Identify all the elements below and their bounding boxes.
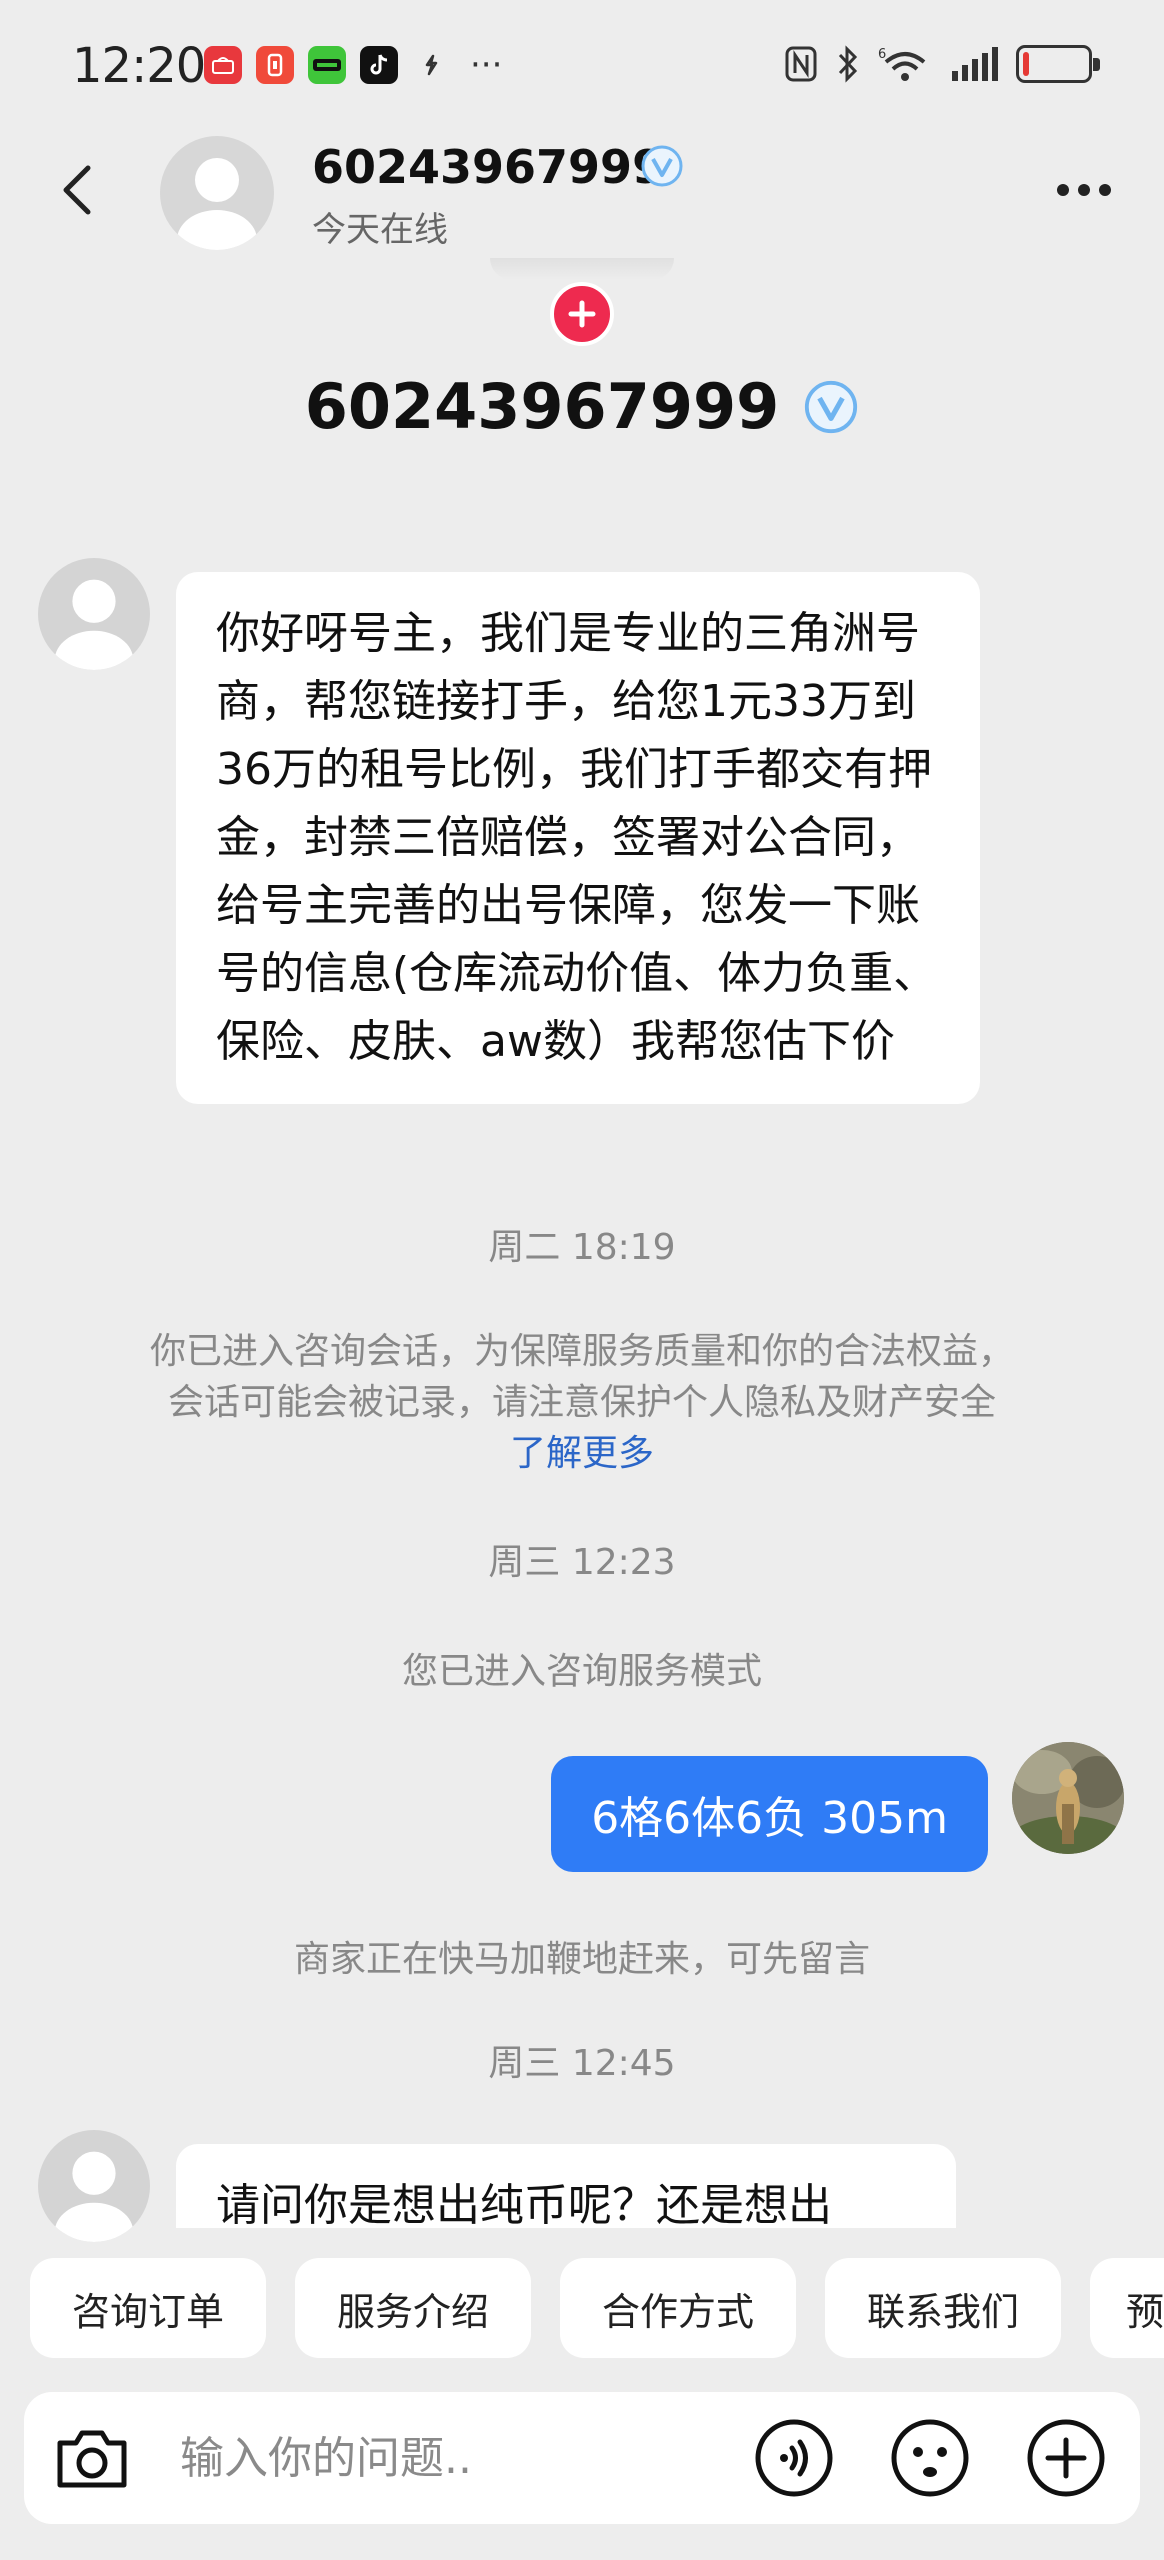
user-avatar[interactable]: [1012, 1742, 1124, 1854]
status-more-indicator: ···: [470, 45, 503, 85]
quick-reply-service[interactable]: 服务介绍: [295, 2258, 531, 2358]
service-mode-notice: 您已进入咨询服务模式: [401, 1651, 762, 1692]
quick-reply-more[interactable]: 预: [1090, 2258, 1164, 2358]
add-attachment-button[interactable]: [1026, 2418, 1106, 2498]
camera-icon: [57, 2430, 127, 2488]
sender-avatar[interactable]: [38, 558, 150, 670]
huawei-app-icon: [204, 46, 242, 84]
status-indicators: 6: [784, 44, 1100, 84]
merchant-notice: 商家正在快马加鞭地赶来，可先留言: [293, 1939, 870, 1980]
game-app-icon: [308, 46, 346, 84]
svg-text:6: 6: [878, 47, 886, 62]
plus-icon: [568, 300, 596, 328]
message-timestamp: 周二 18:19: [488, 1227, 676, 1268]
voice-button[interactable]: [754, 2418, 834, 2498]
input-bar: [24, 2392, 1140, 2524]
message-timestamp: 周三 12:45: [488, 2043, 676, 2084]
chevron-left-icon: [63, 165, 91, 215]
battery-level: [1023, 52, 1029, 76]
message-timestamp: 周三 12:23: [488, 1542, 676, 1583]
message-bubble-outgoing[interactable]: 6格6体6负 305m: [551, 1756, 988, 1872]
message-clip: 请问你是想出纯币呢？还是想出: [176, 2144, 956, 2228]
online-status: 今天在线: [312, 210, 448, 250]
more-dot-icon: [1057, 184, 1069, 196]
back-button[interactable]: [46, 160, 106, 220]
link-app-icon: [412, 46, 450, 84]
verified-icon: [641, 145, 683, 187]
signal-icon: [952, 47, 998, 81]
more-dot-icon: [1099, 184, 1111, 196]
status-bar: 12:20 ··· 6: [0, 0, 1164, 135]
profile-name: 60243967999: [304, 370, 780, 443]
message-bubble-incoming[interactable]: 请问你是想出纯币呢？还是想出: [176, 2144, 956, 2228]
plus-circle-icon: [1027, 2419, 1105, 2497]
nfc-icon: [785, 46, 817, 82]
profile-card-edge: [490, 258, 674, 280]
voice-icon: [755, 2419, 833, 2497]
emoji-button[interactable]: [890, 2418, 970, 2498]
profile-name-row: 60243967999: [0, 370, 1164, 443]
more-options-button[interactable]: [1044, 160, 1124, 220]
battery-icon: [1016, 45, 1100, 83]
quick-reply-bar: 咨询订单 服务介绍 合作方式 联系我们 预: [0, 2258, 1164, 2358]
quick-reply-contact[interactable]: 联系我们: [825, 2258, 1061, 2358]
emoji-icon: [891, 2419, 969, 2497]
system-notice: 你已进入咨询会话，为保障服务质量和你的合法权益，会话可能会被记录，请注意保护个人…: [150, 1326, 1014, 1479]
status-time: 12:20: [72, 38, 206, 94]
message-input[interactable]: [180, 2418, 740, 2498]
bluetooth-icon: [838, 45, 858, 83]
follow-button[interactable]: [550, 282, 614, 346]
quick-reply-order[interactable]: 咨询订单: [30, 2258, 266, 2358]
quick-reply-cooperation[interactable]: 合作方式: [560, 2258, 796, 2358]
wifi-icon: 6: [878, 47, 926, 81]
chat-header: 60243967999 今天在线: [0, 130, 1164, 250]
verified-icon: [805, 380, 858, 433]
notification-app-icon: [256, 46, 294, 84]
sender-avatar[interactable]: [38, 2130, 150, 2242]
camera-button[interactable]: [52, 2418, 132, 2498]
contact-avatar[interactable]: [160, 136, 274, 250]
status-app-icons: ···: [204, 46, 502, 84]
contact-name[interactable]: 60243967999: [312, 140, 664, 194]
system-notice-text: 你已进入咨询会话，为保障服务质量和你的合法权益，会话可能会被记录，请注意保护个人…: [150, 1331, 1015, 1423]
message-bubble-incoming[interactable]: 你好呀号主，我们是专业的三角洲号商，帮您链接打手，给您1元33万到36万的租号比…: [176, 572, 980, 1104]
more-dot-icon: [1078, 184, 1090, 196]
tiktok-app-icon: [360, 46, 398, 84]
learn-more-link[interactable]: 了解更多: [510, 1433, 654, 1474]
